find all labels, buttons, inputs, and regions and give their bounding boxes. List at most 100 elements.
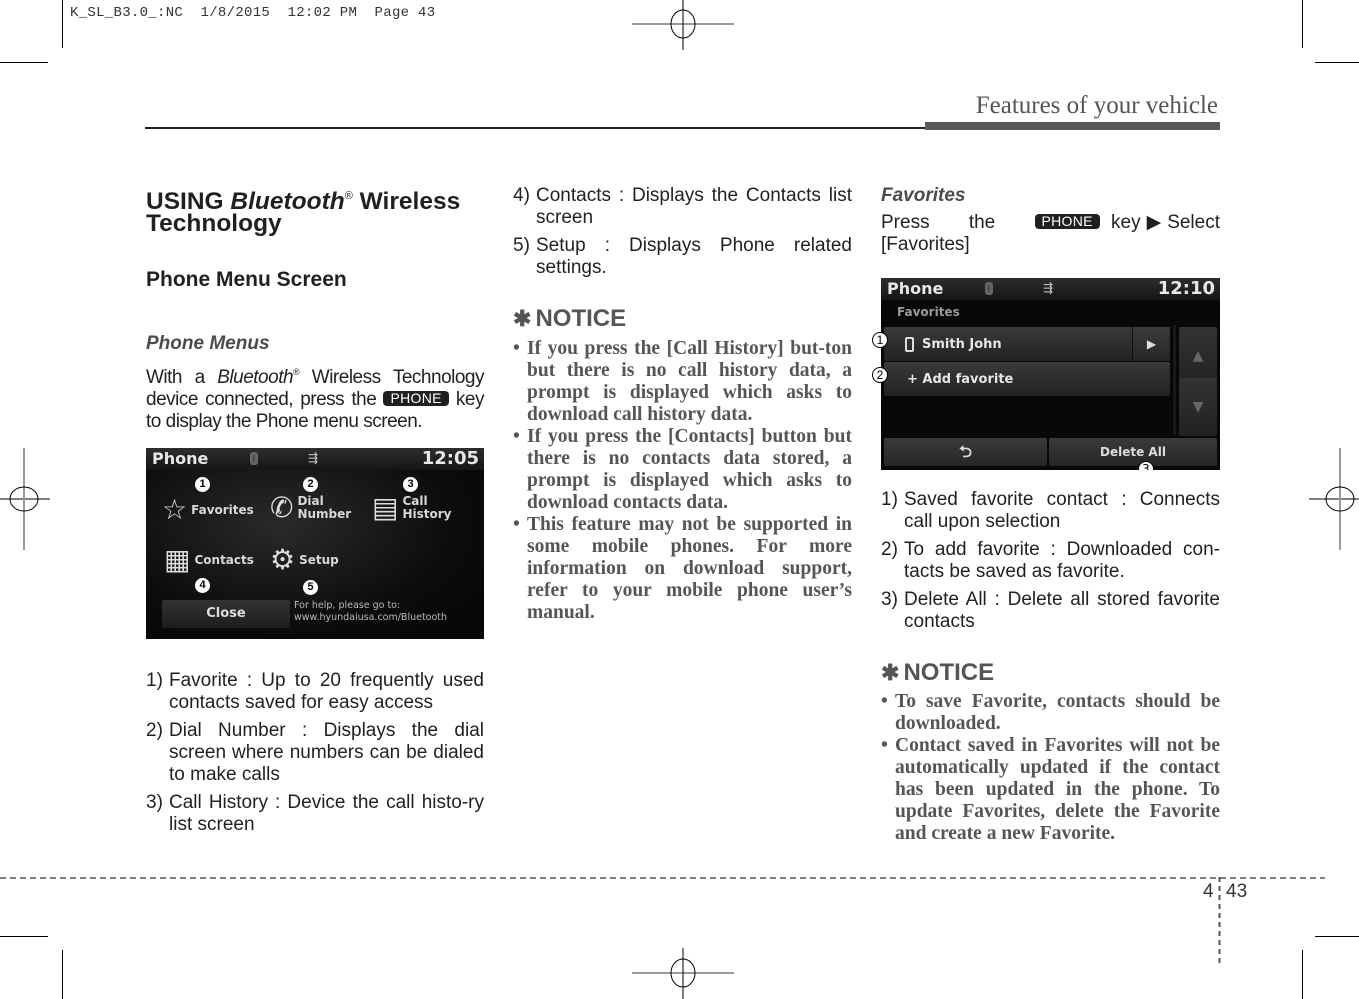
- menu-dial-number[interactable]: ✆ Dial Number: [270, 494, 351, 522]
- chapter-number: 4: [1203, 881, 1214, 902]
- clock: 12:10: [1157, 278, 1215, 299]
- phone-menu-list: 1) Favorite : Up to 20 frequently used co…: [146, 670, 484, 836]
- registration-mark-right: [1309, 448, 1359, 550]
- phone-menu-list-continued: 4) Contacts : Displays the Contacts list …: [513, 185, 852, 279]
- favorite-contact-row[interactable]: Smith John ▶: [884, 327, 1170, 361]
- item-text: Call History : Device the call histo-ry …: [169, 792, 484, 835]
- menu-label: Dial Number: [297, 494, 352, 521]
- item-text: Favorite : Up to 20 frequently used cont…: [169, 670, 484, 713]
- callout-3: 3: [403, 477, 418, 492]
- page-number-divider: [1218, 877, 1221, 963]
- callout-4: 4: [195, 578, 210, 593]
- registered-mark: ®: [344, 190, 353, 202]
- contact-name: Smith John: [922, 336, 1002, 352]
- registration-mark-bottom: [632, 948, 734, 999]
- bluetooth-icon: ᛒ: [250, 452, 258, 465]
- registration-mark-top: [632, 0, 734, 50]
- notice-text: If you press the [Call History] but-ton …: [527, 338, 852, 425]
- callout-3: 3: [1138, 461, 1154, 470]
- scroll-down-button[interactable]: ▼: [1179, 378, 1217, 436]
- bullet: •: [513, 514, 520, 535]
- phone-menu-screenshot: Phone ᛒ ⇶ 12:05 1 2 3 ☆ Favorites ✆ Dial…: [146, 448, 484, 639]
- contacts-icon: ▦: [164, 543, 191, 576]
- menu-favorites[interactable]: ☆ Favorites: [162, 496, 254, 524]
- clock: 12:05: [421, 448, 479, 469]
- crop-mark: [1315, 62, 1359, 63]
- screen-title: Phone: [887, 279, 944, 298]
- list-item: 2) To add favorite : Downloaded con-tacts…: [881, 539, 1220, 583]
- section-title: Phone Menu Screen: [146, 268, 347, 291]
- crop-mark: [1315, 936, 1359, 937]
- menu-label: Call History: [402, 494, 452, 521]
- intro-text: Press the: [881, 212, 1035, 233]
- handset-icon: ✆: [270, 491, 294, 524]
- scrollbar[interactable]: [1173, 325, 1176, 435]
- item-number: 3): [881, 589, 898, 610]
- page-title: USING Bluetooth® Wireless Technology: [146, 185, 484, 236]
- list-item: 5) Setup : Displays Phone related setting…: [513, 235, 852, 279]
- item-number: 5): [513, 235, 530, 256]
- column-1: USING Bluetooth® Wireless Technology Pho…: [146, 185, 485, 842]
- close-button[interactable]: Close: [162, 600, 290, 628]
- menu-call-history[interactable]: ▤ Call History: [372, 494, 452, 522]
- callout-2: 2: [303, 477, 318, 492]
- menu-label: Contacts: [194, 552, 254, 567]
- gear-icon: ⚙: [270, 543, 296, 576]
- back-icon: ⮌: [959, 442, 972, 461]
- item-text: Saved favorite contact : Connects call u…: [904, 489, 1220, 532]
- bullet: •: [881, 691, 888, 712]
- item-number: 2): [146, 720, 163, 741]
- item-number: 3): [146, 792, 163, 813]
- notice-item: • This feature may not be supported in so…: [513, 514, 852, 624]
- header-rule-accent: [925, 122, 1220, 130]
- asterisk-icon: ✱: [881, 660, 900, 685]
- back-button[interactable]: ⮌: [884, 438, 1047, 466]
- crop-mark: [62, 0, 63, 48]
- bullet: •: [881, 735, 888, 756]
- notice-text: To save Favorite, contacts should be dow…: [895, 691, 1220, 734]
- subsection-title: Favorites: [881, 185, 966, 206]
- help-url: www.hyundaiusa.com/Bluetooth: [294, 612, 448, 623]
- item-number: 1): [881, 489, 898, 510]
- play-icon[interactable]: ▶: [1132, 327, 1170, 361]
- bullet: •: [513, 426, 520, 447]
- phone-key-badge: PHONE: [383, 391, 449, 406]
- item-text: To add favorite : Downloaded con-tacts b…: [904, 539, 1220, 582]
- notice-heading: ✱ NOTICE: [513, 305, 852, 333]
- bullet: •: [513, 338, 520, 359]
- notice-item: • To save Favorite, contacts should be do…: [881, 691, 1220, 735]
- delete-all-button[interactable]: Delete All: [1049, 438, 1217, 466]
- menu-setup[interactable]: ⚙ Setup: [270, 546, 339, 574]
- menu-label: Setup: [299, 552, 339, 567]
- usb-icon: ⇶: [308, 451, 319, 465]
- crop-mark: [0, 62, 48, 63]
- list-item: 4) Contacts : Displays the Contacts list …: [513, 185, 852, 229]
- add-favorite-button[interactable]: + Add favorite: [884, 362, 1170, 396]
- item-number: 1): [146, 670, 163, 691]
- item-number: 4): [513, 185, 530, 206]
- notice-item: • Contact saved in Favorites will not be …: [881, 735, 1220, 845]
- column-2: 4) Contacts : Displays the Contacts list …: [513, 185, 852, 624]
- scroll-up-button[interactable]: ▲: [1179, 327, 1217, 385]
- list-item: 1) Saved favorite contact : Connects call…: [881, 489, 1220, 533]
- crop-mark: [62, 950, 63, 999]
- asterisk-icon: ✱: [513, 306, 532, 331]
- list-item: 2) Dial Number : Displays the dial screen…: [146, 720, 484, 786]
- item-text: Delete All : Delete all stored favorite …: [904, 589, 1220, 632]
- item-text: Contacts : Displays the Contacts list sc…: [536, 185, 852, 228]
- callout-1: 1: [872, 332, 888, 348]
- page-number: 43: [1226, 881, 1248, 902]
- item-number: 2): [881, 539, 898, 560]
- notice-text: If you press the [Contacts] button but t…: [527, 426, 852, 513]
- callout-2: 2: [872, 367, 888, 383]
- list-item: 1) Favorite : Up to 20 frequently used co…: [146, 670, 484, 714]
- notice-list: • If you press the [Call History] but-ton…: [513, 338, 852, 624]
- intro-text: With a: [146, 367, 218, 388]
- subsection-title: Phone Menus: [146, 333, 270, 354]
- status-bar: Phone ᛒ ⇶ 12:10: [881, 278, 1220, 300]
- crop-mark: [1302, 950, 1303, 999]
- phone-key-badge: PHONE: [1034, 214, 1100, 229]
- intro-bluetooth: Bluetooth: [217, 367, 294, 388]
- menu-contacts[interactable]: ▦ Contacts: [164, 546, 254, 574]
- list-item: 3) Delete All : Delete all stored favorit…: [881, 589, 1220, 633]
